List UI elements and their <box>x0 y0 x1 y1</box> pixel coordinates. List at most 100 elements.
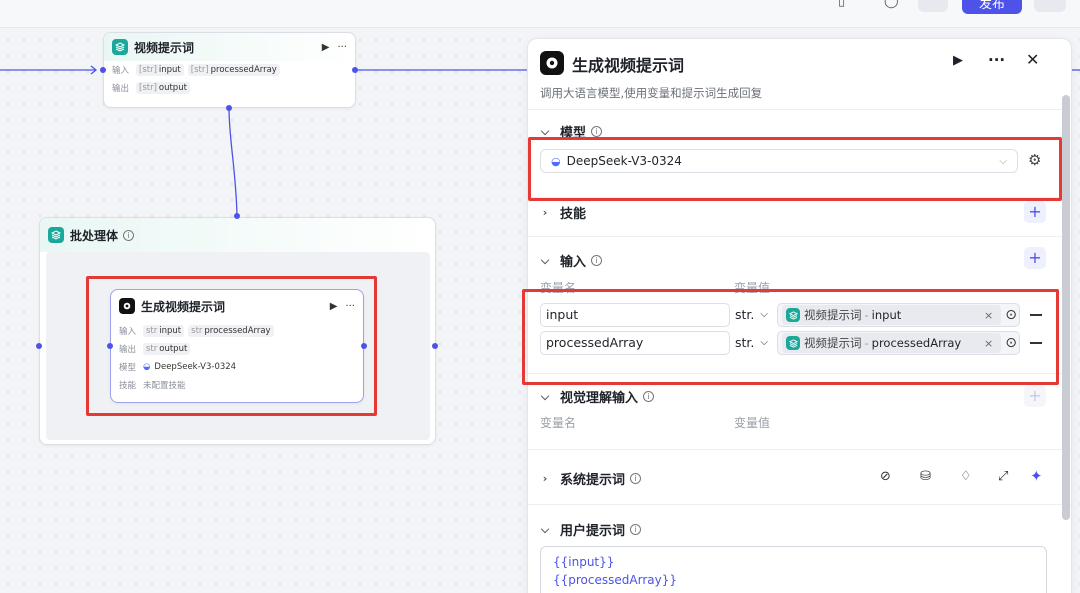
user-prompt-editor[interactable]: {{input}} {{processedArray}} <box>540 546 1047 593</box>
info-icon[interactable]: i <box>630 524 642 535</box>
prompt-line: {{input}} <box>553 555 615 569</box>
type-select[interactable]: str. ⌵ <box>735 331 775 355</box>
chevron-down-icon: ⌵ <box>999 155 1007 167</box>
close-icon[interactable]: ✕ <box>1026 50 1039 69</box>
divider <box>528 449 1071 450</box>
batch-right-port[interactable] <box>432 343 438 349</box>
prompt-line: {{processedArray}} <box>553 573 677 587</box>
section-model-header[interactable]: ⌵ 模型 i <box>540 122 603 141</box>
run-icon[interactable]: ▶ <box>322 42 330 53</box>
clear-icon[interactable]: × <box>984 337 993 350</box>
node-config-panel: 生成视频提示词 ▶ ··· ✕ 调用大语言模型,使用变量和提示词生成回复 ⌵ 模… <box>527 38 1072 593</box>
variable-reference[interactable]: 视频提示词 - processedArray × ⊙ <box>777 331 1020 355</box>
info-icon[interactable]: i <box>591 255 603 266</box>
panel-scrollbar[interactable] <box>1062 95 1070 520</box>
col-header-name: 变量名 <box>540 281 577 295</box>
batch-title: 批处理体 <box>70 228 119 243</box>
input-tag: str input <box>143 325 185 337</box>
gear-icon[interactable]: ⚙ <box>1028 151 1041 169</box>
input-port[interactable] <box>100 67 106 73</box>
sparkle-icon[interactable]: ✦ <box>1030 467 1043 485</box>
node-type-icon <box>112 39 128 55</box>
node-skill-row: 技能 未配置技能 <box>119 381 186 391</box>
panel-description: 调用大语言模型,使用变量和提示词生成回复 <box>540 86 763 100</box>
expand-icon[interactable]: ⤢ <box>998 469 1008 484</box>
info-icon[interactable]: i <box>591 126 603 137</box>
add-vision-input-button[interactable]: + <box>1024 385 1046 407</box>
chevron-down-icon: ⌵ <box>760 309 768 320</box>
input-name-field[interactable]: processedArray <box>540 331 730 355</box>
col-header-name: 变量名 <box>540 416 577 430</box>
section-skills-header[interactable]: › 技能 <box>540 203 586 222</box>
batch-type-icon <box>48 227 64 243</box>
divider <box>528 504 1071 505</box>
input-tag: str processedArray <box>188 325 274 337</box>
add-skill-button[interactable]: + <box>1024 201 1046 223</box>
batch-port[interactable] <box>226 105 232 111</box>
more-icon[interactable]: ··· <box>345 301 355 312</box>
section-vision-header[interactable]: ⌵ 视觉理解输入 i <box>540 387 655 406</box>
variable-picker-icon[interactable]: ⊙ <box>1005 307 1017 323</box>
chevron-right-icon: › <box>542 472 548 485</box>
output-tag: str output <box>143 343 191 355</box>
info-icon[interactable]: i <box>643 391 655 402</box>
node-type-icon <box>786 336 800 350</box>
type-select[interactable]: str. ⌵ <box>735 303 775 327</box>
model-select[interactable]: ◒ DeepSeek-V3-0324 ⌵ <box>540 149 1018 173</box>
input-name-field[interactable]: input <box>540 303 730 327</box>
section-inputs-header[interactable]: ⌵ 输入 i <box>540 251 603 270</box>
chevron-down-icon: ⌵ <box>540 124 550 138</box>
llm-icon <box>540 51 564 75</box>
divider <box>528 197 1071 198</box>
batch-top-port[interactable] <box>234 213 240 219</box>
node-llm-generate[interactable]: 生成视频提示词 ▶ ··· 输入 str input str processedAr… <box>110 289 364 403</box>
divider <box>528 109 1071 110</box>
variable-reference[interactable]: 视频提示词 - input × ⊙ <box>777 303 1020 327</box>
add-input-button[interactable]: + <box>1024 247 1046 269</box>
col-header-value: 变量值 <box>734 281 771 295</box>
run-icon[interactable]: ▶ <box>953 53 963 68</box>
output-port[interactable] <box>352 67 358 73</box>
remove-input-button[interactable] <box>1030 314 1042 316</box>
library-icon[interactable]: ⛁ <box>920 469 931 484</box>
output-tag: [str] output <box>136 82 190 94</box>
node-inputs-row: 输入 str input str processedArray <box>111 322 363 340</box>
remove-input-button[interactable] <box>1030 342 1042 344</box>
batch-left-port[interactable] <box>36 343 42 349</box>
chevron-down-icon: ⌵ <box>760 337 768 348</box>
lightbulb-icon[interactable]: ♢ <box>960 469 972 484</box>
node-outputs-row: 输出 [str] output <box>104 79 355 97</box>
divider <box>528 236 1071 237</box>
col-header-value: 变量值 <box>734 416 771 430</box>
whale-icon: ◒ <box>143 362 151 372</box>
llm-output-port[interactable] <box>361 343 367 349</box>
info-icon[interactable]: i <box>630 473 642 484</box>
node-title: 视频提示词 <box>134 40 195 55</box>
run-icon[interactable]: ▶ <box>330 301 338 312</box>
llm-input-port[interactable] <box>107 343 113 349</box>
more-icon[interactable]: ··· <box>337 42 347 53</box>
node-outputs-row: 输出 str output <box>111 340 363 358</box>
input-tag: [str] processedArray <box>187 64 280 76</box>
divider <box>528 373 1071 374</box>
node-type-icon <box>786 308 800 322</box>
chevron-down-icon: ⌵ <box>540 253 550 267</box>
node-video-prompt[interactable]: 视频提示词 ▶ ··· 输入 [str] input [str] processed… <box>103 32 356 108</box>
panel-title[interactable]: 生成视频提示词 <box>572 52 684 76</box>
variable-picker-icon[interactable]: ⊙ <box>1005 335 1017 351</box>
node-inputs-row: 输入 [str] input [str] processedArray <box>104 61 355 79</box>
more-icon[interactable]: ··· <box>988 51 1005 69</box>
node-title: 生成视频提示词 <box>141 299 226 314</box>
clear-icon[interactable]: × <box>984 309 993 322</box>
info-icon[interactable]: i <box>123 229 135 241</box>
chevron-down-icon: ⌵ <box>540 522 550 536</box>
llm-icon <box>119 298 135 314</box>
compass-icon[interactable]: ⊘ <box>880 469 891 484</box>
chevron-down-icon: ⌵ <box>540 389 550 403</box>
input-tag: [str] input <box>136 64 184 76</box>
chevron-right-icon: › <box>542 206 548 219</box>
whale-icon: ◒ <box>551 154 561 168</box>
section-system-prompt-header[interactable]: › 系统提示词 i <box>540 469 642 488</box>
node-model-row: 模型 ◒ DeepSeek-V3-0324 <box>119 362 237 373</box>
section-user-prompt-header[interactable]: ⌵ 用户提示词 i <box>540 520 642 539</box>
